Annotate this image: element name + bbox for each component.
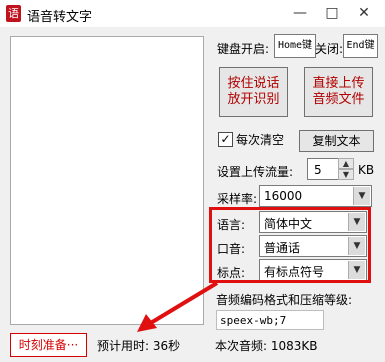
clear-each-checkbox[interactable]: ✓ (218, 132, 233, 147)
sample-rate-label: 采样率: (217, 192, 258, 206)
hotkey-start-field[interactable]: Home键 (274, 34, 316, 58)
hold-to-talk-button[interactable]: 按住说话放开识别 (219, 67, 288, 117)
status-button[interactable]: 时刻准备··· (10, 333, 87, 357)
hold-to-talk-label: 按住说话放开识别 (227, 76, 280, 107)
app-icon: 语 (6, 5, 21, 22)
upload-audio-label: 直接上传音频文件 (312, 76, 365, 107)
hotkey-stop-label: 关闭: (315, 42, 344, 56)
audio-size: 本次音频: 1083KB (215, 339, 318, 353)
highlight-box (209, 207, 371, 283)
step-down-icon[interactable]: ▼ (338, 169, 354, 180)
maximize-icon[interactable]: □ (322, 4, 342, 22)
upload-rate-input[interactable]: 5 (307, 158, 339, 180)
upload-rate-label: 设置上传流量: (217, 165, 294, 179)
codec-field[interactable]: speex-wb;7 (216, 310, 324, 330)
chevron-down-icon[interactable]: ▼ (353, 187, 370, 205)
sample-rate-select[interactable]: 16000 ▼ (259, 185, 372, 207)
minimize-icon[interactable]: — (290, 4, 310, 22)
upload-rate-stepper[interactable]: ▲ ▼ (338, 158, 354, 180)
elapsed-time: 预计用时: 36秒 (97, 339, 181, 353)
window-title: 语音转文字 (27, 10, 93, 25)
hotkey-start-label: 键盘开启: (217, 42, 270, 56)
step-up-icon[interactable]: ▲ (338, 158, 354, 169)
upload-audio-button[interactable]: 直接上传音频文件 (304, 67, 373, 117)
clear-each-label: 每次清空 (236, 133, 285, 147)
codec-label: 音频编码格式和压缩等级: (216, 293, 353, 307)
close-icon[interactable]: ✕ (354, 4, 374, 22)
sample-rate-value: 16000 (264, 189, 303, 203)
upload-unit-label: KB (358, 163, 375, 177)
annotation-arrow (137, 281, 219, 332)
title-bar: 语 语音转文字 — □ ✕ (0, 0, 385, 27)
copy-text-button[interactable]: 复制文本 (299, 130, 374, 152)
hotkey-stop-field[interactable]: End键 (343, 34, 378, 58)
